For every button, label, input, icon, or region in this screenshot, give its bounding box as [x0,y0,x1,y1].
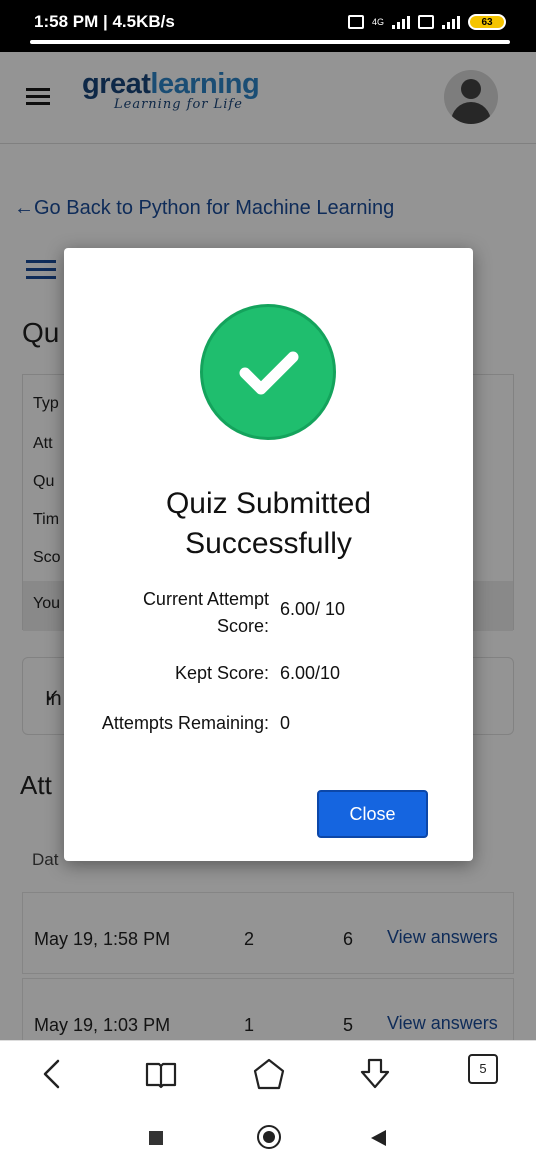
tabs-count-button[interactable]: 5 [468,1054,498,1084]
back-triangle-icon[interactable] [368,1128,388,1148]
kept-score-value: 6.00/10 [280,663,341,683]
recents-icon[interactable] [148,1130,164,1146]
network-type: 4G [371,17,384,27]
quiz-submitted-dialog: Quiz Submitted Successfully Current Attem… [64,248,473,861]
kept-score-label: Kept Score: [174,663,269,683]
browser-bottom-bar [0,1040,536,1106]
signal-icon [392,15,410,29]
attempts-remaining-label: Attempts Remaining: [101,713,269,733]
status-time: 1:58 PM | 4.5KB/s [34,12,175,31]
download-icon[interactable] [358,1057,392,1091]
gesture-pill [30,40,510,44]
close-button[interactable]: Close [317,790,428,838]
sim-icon [347,15,364,29]
bookmarks-icon[interactable] [144,1057,178,1091]
current-attempt-score-label: Current Attempt Score: [142,589,269,636]
battery-icon: 63 [468,14,506,30]
back-arrow-icon[interactable] [36,1057,70,1091]
status-bar: 1:58 PM | 4.5KB/s 4G 63 [0,0,536,52]
system-nav-bar [0,1106,536,1172]
signal2-icon [442,15,460,29]
sim2-icon [418,15,434,29]
home-circle-icon[interactable] [256,1124,282,1150]
success-check-icon [200,304,336,440]
attempts-remaining-value: 0 [280,713,291,733]
current-attempt-score-value: 6.00/ 10 [280,599,346,619]
dialog-title: Quiz Submitted Successfully [165,487,372,560]
status-icons: 4G 63 [347,14,506,30]
home-icon[interactable] [252,1057,286,1091]
